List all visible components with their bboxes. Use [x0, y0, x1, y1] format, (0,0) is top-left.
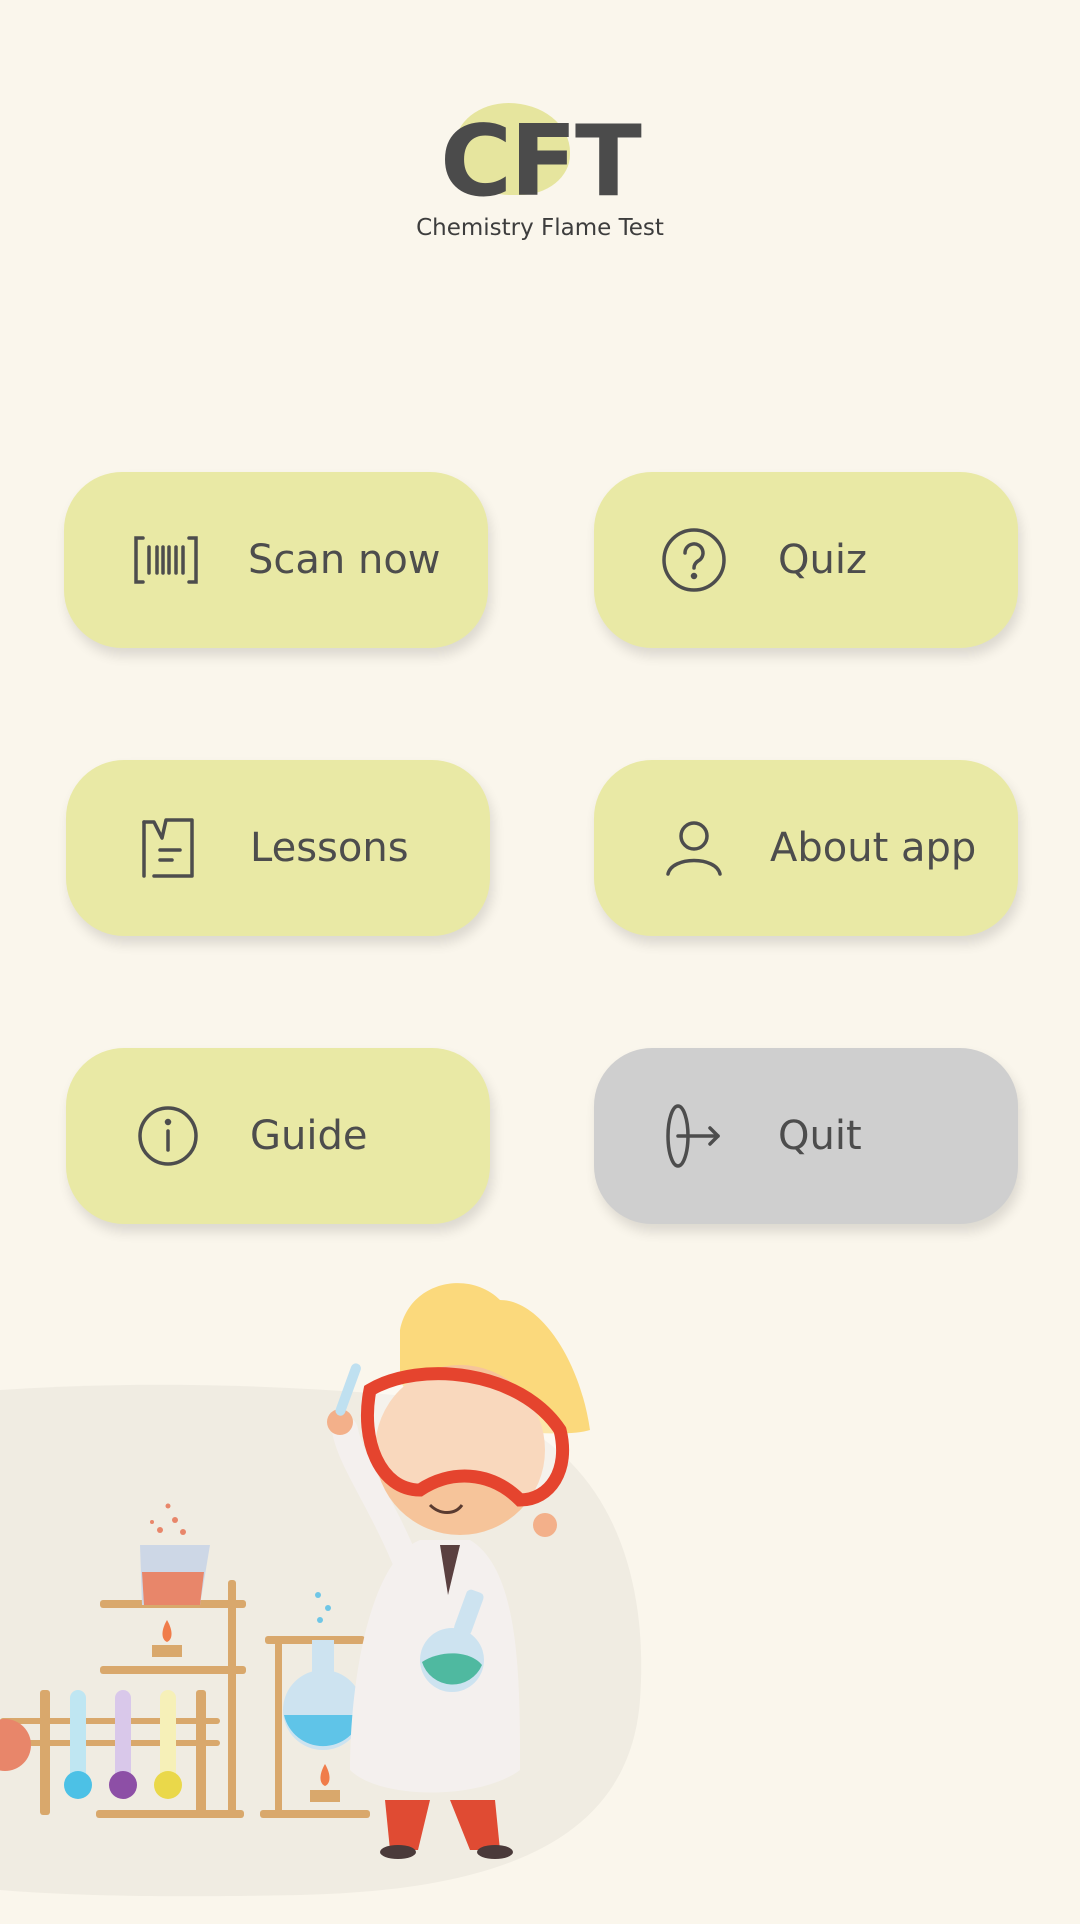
info-circle-icon — [134, 1102, 202, 1170]
user-icon — [660, 814, 728, 882]
quit-label: Quit — [778, 1113, 862, 1159]
question-circle-icon — [660, 526, 728, 594]
about-app-label: About app — [770, 825, 977, 871]
quiz-label: Quiz — [778, 537, 867, 583]
quiz-button[interactable]: Quiz — [594, 472, 1018, 648]
lessons-label: Lessons — [250, 825, 409, 871]
app-subtitle: Chemistry Flame Test — [416, 215, 664, 241]
guide-label: Guide — [250, 1113, 368, 1159]
scan-now-button[interactable]: Scan now — [64, 472, 488, 648]
quit-button[interactable]: Quit — [594, 1048, 1018, 1224]
exit-icon — [660, 1102, 728, 1170]
app-logo: CFT Chemistry Flame Test — [0, 95, 1080, 255]
about-app-button[interactable]: About app — [594, 760, 1018, 936]
logo-text: CFT — [440, 105, 642, 219]
document-icon — [134, 814, 202, 882]
scan-now-label: Scan now — [248, 537, 441, 583]
guide-button[interactable]: Guide — [66, 1048, 490, 1224]
barcode-scan-icon — [132, 526, 200, 594]
lessons-button[interactable]: Lessons — [66, 760, 490, 936]
scientist-illustration — [0, 1280, 1080, 1920]
